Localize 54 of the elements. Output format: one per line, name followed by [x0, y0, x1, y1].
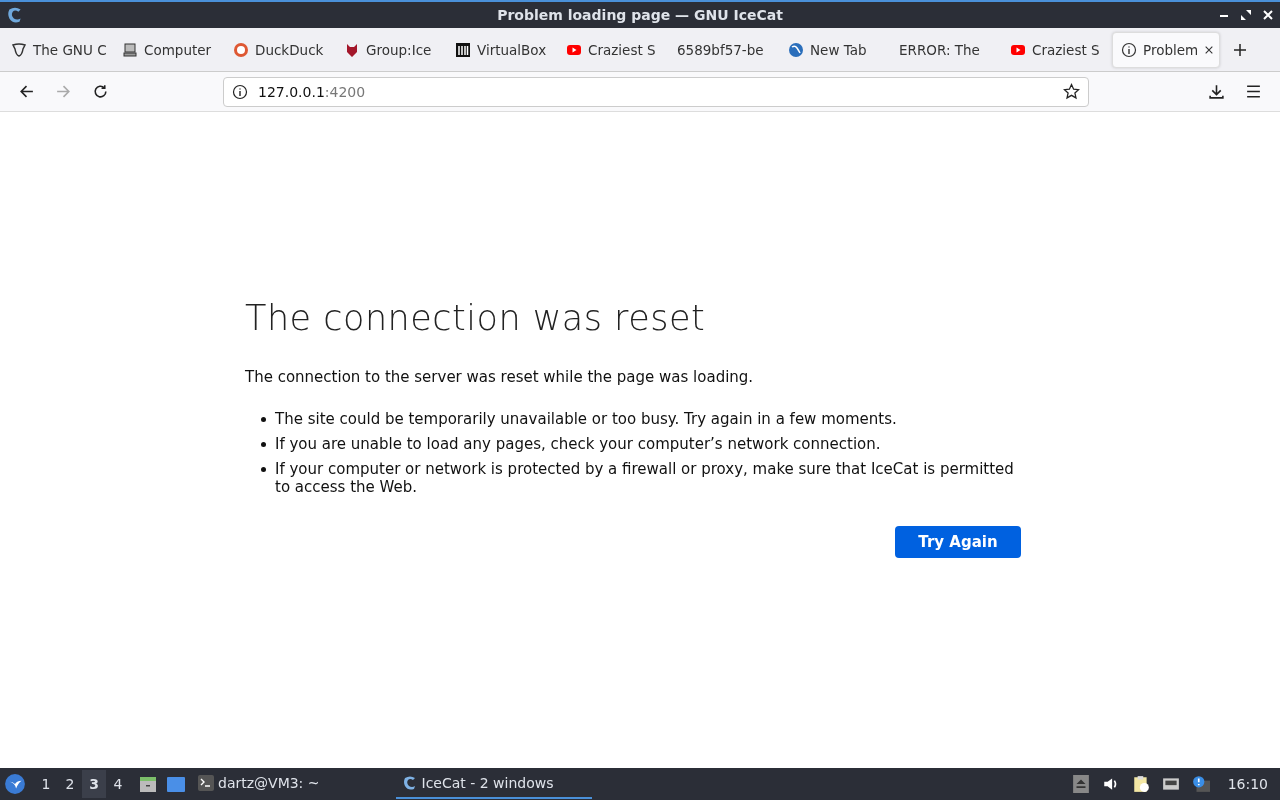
- workspace-button[interactable]: 1: [34, 770, 58, 798]
- error-heading: The connection was reset: [245, 298, 707, 338]
- terminal-icon: [198, 775, 214, 791]
- browser-tab[interactable]: 6589bf57-be: [668, 31, 779, 68]
- address-field[interactable]: 127.0.0.1:4200: [223, 76, 1089, 107]
- browser-tab[interactable]: Problem: [1112, 31, 1220, 68]
- file-cabinet-icon[interactable]: [138, 774, 158, 794]
- workspace-button[interactable]: 4: [106, 770, 130, 798]
- error-summary: The connection to the server was reset while the page was loading.: [245, 368, 755, 386]
- eject-icon[interactable]: [1071, 775, 1090, 793]
- browser-tab[interactable]: ERROR: The: [890, 31, 1001, 68]
- taskbar-task[interactable]: dartz@VM3: ~: [192, 769, 326, 799]
- app-logo-icon: [6, 6, 24, 24]
- menu-icon[interactable]: [1245, 83, 1262, 100]
- try-again-button[interactable]: Try Again: [895, 526, 1021, 558]
- close-tab-icon[interactable]: [1204, 44, 1215, 55]
- close-icon[interactable]: [1262, 9, 1274, 21]
- bullet-icon: [261, 417, 266, 422]
- back-icon[interactable]: [18, 83, 35, 100]
- star-icon[interactable]: [1063, 83, 1080, 100]
- workspace-button[interactable]: 3: [82, 770, 106, 798]
- info-icon: [1121, 41, 1137, 58]
- maximize-icon[interactable]: [1240, 9, 1252, 21]
- cat-head-icon: [344, 41, 360, 58]
- suggestion-text: If you are unable to load any pages, check your computer’s network connection.: [275, 435, 881, 453]
- download-icon[interactable]: [1208, 83, 1225, 100]
- computer-icon: [122, 41, 138, 58]
- columns-icon: [455, 41, 471, 58]
- bullet-icon: [261, 442, 266, 447]
- browser-tab[interactable]: Craziest S: [557, 31, 668, 68]
- browser-tab[interactable]: DuckDuck: [224, 31, 335, 68]
- suggestion-text: If your computer or network is protected by a firewall or proxy, make sure that IceCat is permitted to access the Web.: [275, 460, 1015, 496]
- app-logo-icon: [401, 775, 418, 791]
- desktop-icon[interactable]: [166, 774, 186, 794]
- notification-icon[interactable]: [1191, 775, 1210, 793]
- clock: 16:10: [1227, 776, 1268, 792]
- browser-tab[interactable]: VirtualBox: [446, 31, 557, 68]
- duck-icon: [233, 41, 249, 58]
- browser-tab[interactable]: The GNU C: [2, 31, 113, 68]
- browser-tab[interactable]: Craziest S: [1001, 31, 1112, 68]
- bullet-icon: [261, 467, 266, 472]
- network-icon[interactable]: [1161, 775, 1180, 793]
- clipboard-icon[interactable]: [1131, 775, 1150, 793]
- browser-tab[interactable]: Computer: [113, 31, 224, 68]
- info-icon[interactable]: [232, 83, 248, 100]
- workspace-button[interactable]: 2: [58, 770, 82, 798]
- new-tab-icon[interactable]: [1232, 41, 1248, 58]
- globe-icon: [788, 41, 804, 58]
- window-title: Problem loading page — GNU IceCat: [497, 7, 783, 23]
- reload-icon[interactable]: [92, 83, 109, 100]
- browser-tab[interactable]: New Tab: [779, 31, 890, 68]
- browser-tab[interactable]: Group:Ice: [335, 31, 446, 68]
- taskbar-task[interactable]: IceCat - 2 windows: [395, 769, 592, 799]
- suggestion-text: The site could be temporarily unavailable or too busy. Try again in a few moments.: [275, 410, 897, 428]
